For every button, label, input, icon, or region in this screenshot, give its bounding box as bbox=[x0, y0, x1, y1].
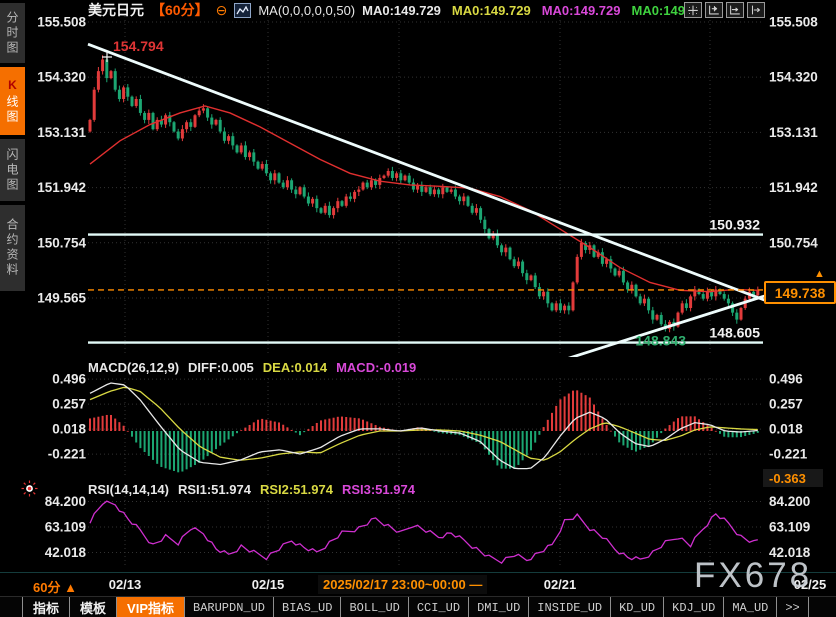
bottom-tab-bias_ud[interactable]: BIAS_UD bbox=[274, 597, 341, 617]
svg-text:84.200: 84.200 bbox=[769, 494, 810, 509]
chart-canvas[interactable]: 154.794150.932148.605148.843155.508155.5… bbox=[0, 0, 836, 617]
bottom-tab-boll_ud[interactable]: BOLL_UD bbox=[341, 597, 408, 617]
price-marker-arrow: ▲ bbox=[814, 268, 825, 280]
ma-values: MA0:149.729MA0:149.729MA0:149.729MA0:149… bbox=[362, 3, 696, 18]
rsi-panel bbox=[90, 501, 758, 563]
svg-text:150.754: 150.754 bbox=[37, 235, 86, 250]
svg-text:42.018: 42.018 bbox=[45, 545, 87, 560]
price-panel bbox=[88, 44, 778, 359]
svg-text:0.257: 0.257 bbox=[52, 397, 86, 412]
rsi3-value: RSI3:51.974 bbox=[342, 482, 415, 498]
sidebar-tab-2[interactable]: K线图 bbox=[0, 67, 25, 135]
svg-text:149.565: 149.565 bbox=[37, 290, 86, 305]
svg-text:0.257: 0.257 bbox=[769, 397, 803, 412]
svg-text:0.018: 0.018 bbox=[769, 422, 803, 437]
macd-current-badge: -0.363 bbox=[763, 469, 823, 487]
zoom-in-tool-icon[interactable] bbox=[705, 2, 723, 18]
collapse-icon[interactable]: ⊖ bbox=[216, 3, 228, 17]
svg-text:-0.221: -0.221 bbox=[769, 447, 808, 462]
selected-bar-time-range: 2025/02/17 23:00~00:00 — bbox=[318, 575, 487, 594]
svg-text:151.942: 151.942 bbox=[769, 180, 818, 195]
bottom-tab-dmi_ud[interactable]: DMI_UD bbox=[469, 597, 529, 617]
chart-type-sidebar: 分时图 K线图闪电图合约资料 bbox=[0, 0, 26, 596]
ma-value-2: MA0:149.729 bbox=[542, 3, 621, 18]
sidebar-tab-1[interactable]: 分时图 bbox=[0, 3, 25, 63]
svg-text:0.496: 0.496 bbox=[52, 372, 86, 387]
macd-name: MACD(26,12,9) bbox=[88, 360, 179, 376]
bottom-tab-[interactable]: 指标 bbox=[22, 597, 70, 617]
macd-panel bbox=[89, 383, 759, 472]
zoom-out-tool-icon[interactable] bbox=[726, 2, 744, 18]
period-label: 【60分】 bbox=[151, 0, 209, 20]
svg-text:154.320: 154.320 bbox=[37, 70, 86, 85]
date-tick-02/21: 02/21 bbox=[544, 577, 577, 592]
macd-value: MACD:-0.019 bbox=[336, 360, 416, 376]
svg-text:155.508: 155.508 bbox=[769, 15, 818, 30]
rsi1-value: RSI1:51.974 bbox=[178, 482, 251, 498]
svg-text:153.131: 153.131 bbox=[769, 125, 818, 140]
svg-text:150.932: 150.932 bbox=[709, 217, 760, 233]
svg-text:150.754: 150.754 bbox=[769, 235, 818, 250]
rsi2-value: RSI2:51.974 bbox=[260, 482, 333, 498]
bottom-tab->>[interactable]: >> bbox=[777, 597, 808, 617]
crosshair-tool-icon[interactable] bbox=[684, 2, 702, 18]
symbol-name: 美元日元 bbox=[88, 0, 144, 20]
chart-style-icon[interactable] bbox=[234, 3, 251, 18]
svg-text:151.942: 151.942 bbox=[37, 180, 86, 195]
svg-text:155.508: 155.508 bbox=[37, 15, 86, 30]
ma-value-1: MA0:149.729 bbox=[452, 3, 531, 18]
svg-text:154.794: 154.794 bbox=[113, 38, 164, 54]
date-tick-02/15: 02/15 bbox=[252, 577, 285, 592]
macd-diff-value: DIFF:0.005 bbox=[188, 360, 254, 376]
bottom-tab-cci_ud[interactable]: CCI_UD bbox=[409, 597, 469, 617]
svg-text:84.200: 84.200 bbox=[45, 494, 86, 509]
bottom-tab-inside_ud[interactable]: INSIDE_UD bbox=[529, 597, 611, 617]
chart-toolbar bbox=[684, 2, 765, 18]
bottom-tab-ma_ud[interactable]: MA_UD bbox=[724, 597, 777, 617]
rsi-name: RSI(14,14,14) bbox=[88, 482, 169, 498]
svg-text:63.109: 63.109 bbox=[45, 520, 86, 535]
svg-text:148.843: 148.843 bbox=[635, 333, 686, 349]
macd-header: MACD(26,12,9) DIFF:0.005 DEA:0.014 MACD:… bbox=[88, 360, 416, 376]
svg-text:0.018: 0.018 bbox=[52, 422, 86, 437]
svg-text:153.131: 153.131 bbox=[37, 125, 86, 140]
rsi-header: RSI(14,14,14) RSI1:51.974 RSI2:51.974 RS… bbox=[88, 482, 415, 498]
alert-icon[interactable] bbox=[21, 480, 38, 502]
ma-settings-label: MA(0,0,0,0,0,50) bbox=[258, 3, 355, 18]
bottom-tab-kd_ud[interactable]: KD_UD bbox=[611, 597, 664, 617]
pan-right-tool-icon[interactable] bbox=[747, 2, 765, 18]
svg-text:63.109: 63.109 bbox=[769, 520, 810, 535]
sidebar-tab-3[interactable]: 闪电图 bbox=[0, 139, 25, 201]
timeframe-button[interactable]: 60分 ▲ bbox=[33, 577, 77, 596]
chart-header: 美元日元 【60分】 ⊖ MA(0,0,0,0,0,50) MA0:149.72… bbox=[88, 1, 696, 19]
watermark: FX678 bbox=[694, 556, 812, 596]
last-price-badge: 149.738 bbox=[764, 281, 836, 304]
bottom-tab-kdj_ud[interactable]: KDJ_UD bbox=[664, 597, 724, 617]
axis-labels: 155.508 155.508 154.320 154.320 153.131 153.1… bbox=[37, 15, 818, 560]
date-tick-02/13: 02/13 bbox=[109, 577, 142, 592]
svg-text:148.605: 148.605 bbox=[709, 325, 760, 341]
bottom-tab-barupdn_ud[interactable]: BARUPDN_UD bbox=[185, 597, 274, 617]
bottom-tab-[interactable]: 模板 bbox=[70, 597, 117, 617]
svg-text:154.320: 154.320 bbox=[769, 70, 818, 85]
bottom-tab-vip[interactable]: VIP指标 bbox=[117, 597, 185, 617]
macd-dea-value: DEA:0.014 bbox=[263, 360, 327, 376]
ma-value-0: MA0:149.729 bbox=[362, 3, 441, 18]
svg-text:0.496: 0.496 bbox=[769, 372, 803, 387]
sidebar-tab-4[interactable]: 合约资料 bbox=[0, 205, 25, 291]
trading-terminal-window: 154.794150.932148.605148.843155.508155.5… bbox=[0, 0, 836, 617]
indicator-toolbar: 指标模板VIP指标BARUPDN_UDBIAS_UDBOLL_UDCCI_UDD… bbox=[0, 596, 836, 617]
svg-text:-0.221: -0.221 bbox=[48, 447, 87, 462]
